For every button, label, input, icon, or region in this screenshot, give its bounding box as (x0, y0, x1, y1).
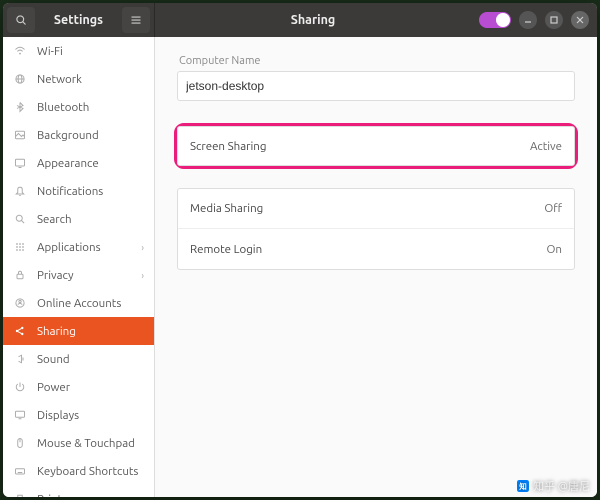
keyboard-icon (13, 464, 27, 478)
watermark: 知 知乎 @唐尼 (517, 478, 590, 494)
privacy-icon (13, 268, 27, 282)
accounts-icon (13, 296, 27, 310)
row-status: On (547, 243, 563, 256)
minimize-button[interactable] (519, 11, 537, 29)
search-button[interactable] (7, 7, 35, 33)
sidebar-item-displays[interactable]: Displays (3, 401, 154, 429)
sidebar-item-label: Keyboard Shortcuts (37, 465, 144, 478)
titlebar-right (471, 3, 597, 37)
row-label: Screen Sharing (190, 140, 266, 153)
sidebar[interactable]: Wi-Fi Network Bluetooth Background Appearanc… (3, 37, 155, 497)
displays-icon (13, 408, 27, 422)
close-icon (576, 16, 584, 24)
sidebar-item-mouse-touchpad[interactable]: Mouse & Touchpad (3, 429, 154, 457)
sharing-icon (13, 324, 27, 338)
menu-button[interactable] (122, 7, 150, 33)
sidebar-item-label: Privacy (37, 269, 131, 282)
sidebar-item-label: Search (37, 213, 144, 226)
settings-title: Settings (39, 13, 118, 27)
maximize-icon (550, 16, 558, 24)
row-remote-login[interactable]: Remote Login On (178, 229, 574, 269)
sidebar-item-sound[interactable]: Sound (3, 345, 154, 373)
sidebar-item-sharing[interactable]: Sharing (3, 317, 154, 345)
sidebar-item-appearance[interactable]: Appearance (3, 149, 154, 177)
content: Wi-Fi Network Bluetooth Background Appearanc… (3, 37, 597, 497)
sidebar-item-label: Sharing (37, 325, 144, 338)
main-panel: Computer Name Screen Sharing Active Medi… (155, 37, 597, 497)
applications-icon (13, 240, 27, 254)
sidebar-item-label: Applications (37, 241, 131, 254)
search-icon (15, 14, 27, 26)
sidebar-item-keyboard-shortcuts[interactable]: Keyboard Shortcuts (3, 457, 154, 485)
chevron-right-icon: › (141, 242, 144, 253)
sidebar-item-power[interactable]: Power (3, 373, 154, 401)
sidebar-item-label: Bluetooth (37, 101, 144, 114)
svg-text:知: 知 (519, 481, 527, 491)
zhihu-icon: 知 (517, 480, 529, 492)
sidebar-item-label: Displays (37, 409, 144, 422)
notifications-icon (13, 184, 27, 198)
sidebar-item-printers[interactable]: Printers (3, 485, 154, 497)
sidebar-item-label: Wi-Fi (37, 45, 144, 58)
row-status: Off (544, 202, 562, 215)
sidebar-item-wi-fi[interactable]: Wi-Fi (3, 37, 154, 65)
mouse-icon (13, 436, 27, 450)
sidebar-item-background[interactable]: Background (3, 121, 154, 149)
sound-icon (13, 352, 27, 366)
sidebar-item-network[interactable]: Network (3, 65, 154, 93)
background-icon (13, 128, 27, 142)
row-screen-sharing[interactable]: Screen Sharing Active (177, 126, 575, 166)
sidebar-item-applications[interactable]: Applications › (3, 233, 154, 261)
sidebar-item-notifications[interactable]: Notifications (3, 177, 154, 205)
sidebar-item-label: Online Accounts (37, 297, 144, 310)
sidebar-item-privacy[interactable]: Privacy › (3, 261, 154, 289)
watermark-text: 知乎 @唐尼 (533, 478, 590, 494)
row-media-sharing[interactable]: Media Sharing Off (178, 189, 574, 229)
screen-sharing-highlight: Screen Sharing Active (174, 123, 578, 169)
sharing-rows: Media Sharing Off Remote Login On (177, 188, 575, 270)
power-icon (13, 380, 27, 394)
sidebar-item-label: Mouse & Touchpad (37, 437, 144, 450)
sidebar-item-label: Network (37, 73, 144, 86)
computer-name-input[interactable] (177, 71, 575, 101)
printers-icon (13, 492, 27, 497)
network-icon (13, 72, 27, 86)
sidebar-item-label: Notifications (37, 185, 144, 198)
wifi-icon (13, 44, 27, 58)
close-button[interactable] (571, 11, 589, 29)
search-icon (13, 212, 27, 226)
settings-window: Settings Sharing Wi-Fi Network Bluetooth Ba… (3, 3, 597, 497)
sharing-master-toggle[interactable] (479, 12, 511, 28)
sidebar-item-bluetooth[interactable]: Bluetooth (3, 93, 154, 121)
titlebar-left: Settings (3, 3, 155, 37)
row-label: Media Sharing (190, 202, 263, 215)
sidebar-item-label: Power (37, 381, 144, 394)
chevron-right-icon: › (141, 270, 144, 281)
computer-name-label: Computer Name (177, 55, 575, 67)
sidebar-item-online-accounts[interactable]: Online Accounts (3, 289, 154, 317)
page-title: Sharing (155, 3, 471, 37)
hamburger-icon (130, 14, 142, 26)
sidebar-item-search[interactable]: Search (3, 205, 154, 233)
sidebar-item-label: Background (37, 129, 144, 142)
sidebar-item-label: Printers (37, 493, 144, 498)
maximize-button[interactable] (545, 11, 563, 29)
row-status: Active (530, 140, 562, 153)
titlebar: Settings Sharing (3, 3, 597, 37)
bluetooth-icon (13, 100, 27, 114)
row-label: Remote Login (190, 243, 262, 256)
sidebar-item-label: Appearance (37, 157, 144, 170)
sidebar-item-label: Sound (37, 353, 144, 366)
minimize-icon (524, 16, 532, 24)
appearance-icon (13, 156, 27, 170)
